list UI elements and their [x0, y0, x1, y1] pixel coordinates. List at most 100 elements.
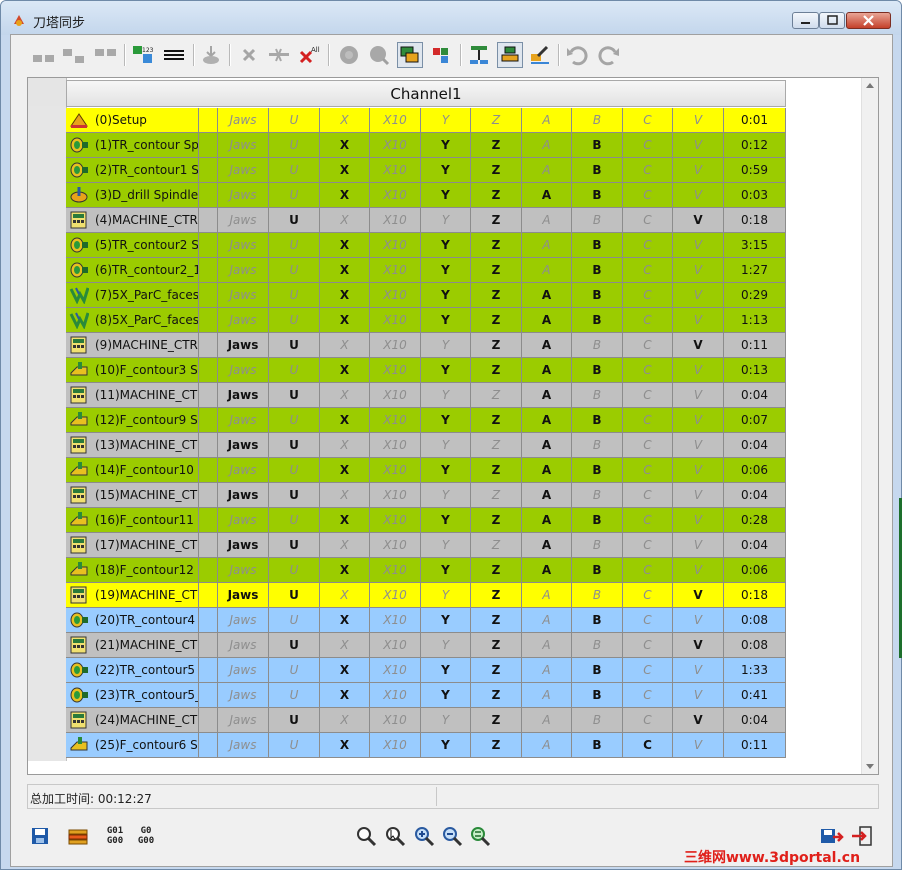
axis-cell[interactable]: U [269, 383, 320, 408]
axis-cell[interactable]: Y [421, 233, 471, 258]
align-top-icon[interactable] [93, 42, 119, 68]
axis-cell[interactable]: X10 [370, 408, 421, 433]
axis-cell[interactable]: A [522, 383, 572, 408]
axis-cell[interactable] [199, 233, 218, 258]
axis-cell[interactable]: Y [421, 183, 471, 208]
gcode-g01-button[interactable]: G01 G00 [102, 823, 128, 849]
axis-cell[interactable]: U [269, 358, 320, 383]
axis-cell[interactable]: Z [471, 483, 522, 508]
axis-cell[interactable]: U [269, 208, 320, 233]
operation-name-cell[interactable]: (0)Setup [66, 108, 199, 133]
axis-cell[interactable]: V [673, 258, 724, 283]
axis-cell[interactable]: C [623, 433, 673, 458]
axis-cell[interactable]: B [572, 558, 623, 583]
axis-cell[interactable]: X [320, 208, 370, 233]
axis-cell[interactable]: X [320, 708, 370, 733]
axis-cell[interactable]: C [623, 483, 673, 508]
axis-cell[interactable]: Y [421, 308, 471, 333]
axis-cell[interactable]: U [269, 733, 320, 758]
axis-cell[interactable]: Z [471, 458, 522, 483]
axis-cell[interactable]: V [673, 708, 724, 733]
axis-cell[interactable]: U [269, 283, 320, 308]
axis-cell[interactable]: C [623, 558, 673, 583]
axis-cell[interactable]: V [673, 333, 724, 358]
axis-cell[interactable]: X [320, 433, 370, 458]
axis-cell[interactable]: A [522, 283, 572, 308]
axis-cell[interactable]: X10 [370, 383, 421, 408]
axis-cell[interactable]: B [572, 108, 623, 133]
operation-name-cell[interactable]: (15)MACHINE_CT [66, 483, 199, 508]
axis-cell[interactable]: X10 [370, 208, 421, 233]
axis-cell[interactable] [199, 433, 218, 458]
axis-cell[interactable]: X10 [370, 633, 421, 658]
operation-name-cell[interactable]: (21)MACHINE_CT [66, 633, 199, 658]
axis-cell[interactable] [199, 708, 218, 733]
axis-cell[interactable] [199, 383, 218, 408]
axis-cell[interactable]: X10 [370, 108, 421, 133]
axis-cell[interactable]: A [522, 483, 572, 508]
table-row[interactable]: (16)F_contour11 Jaws U X X10 Y Z A B C V 0:28 [66, 508, 786, 533]
axis-cell[interactable]: Jaws [218, 133, 269, 158]
table-row[interactable]: (4)MACHINE_CTR Jaws U X X10 Y Z A B C V 0:18 [66, 208, 786, 233]
axis-cell[interactable]: C [623, 333, 673, 358]
axis-cell[interactable]: X [320, 183, 370, 208]
axis-cell[interactable]: Z [471, 658, 522, 683]
axis-cell[interactable]: U [269, 158, 320, 183]
axis-cell[interactable]: Jaws [218, 358, 269, 383]
axis-cell[interactable]: A [522, 183, 572, 208]
axis-cell[interactable]: C [623, 508, 673, 533]
axis-cell[interactable]: B [572, 133, 623, 158]
axis-cell[interactable]: A [522, 108, 572, 133]
axis-cell[interactable]: U [269, 508, 320, 533]
axis-cell[interactable]: Jaws [218, 183, 269, 208]
stack-view-icon[interactable] [497, 42, 523, 68]
axis-cell[interactable]: C [623, 608, 673, 633]
axis-cell[interactable]: Jaws [218, 333, 269, 358]
operation-name-cell[interactable]: (14)F_contour10 [66, 458, 199, 483]
axis-cell[interactable]: U [269, 183, 320, 208]
axis-cell[interactable]: Y [421, 558, 471, 583]
axis-cell[interactable]: Z [471, 208, 522, 233]
axis-cell[interactable]: X10 [370, 233, 421, 258]
axis-cell[interactable]: Y [421, 108, 471, 133]
operation-name-cell[interactable]: (11)MACHINE_CT [66, 383, 199, 408]
axis-cell[interactable]: C [623, 308, 673, 333]
layers-icon[interactable] [65, 823, 91, 849]
axis-cell[interactable]: V [673, 558, 724, 583]
numbering-icon[interactable]: 123 [130, 42, 156, 68]
axis-cell[interactable]: B [572, 608, 623, 633]
table-row[interactable]: (25)F_contour6 S Jaws U X X10 Y Z A B C V 0:11 [66, 733, 786, 758]
zoom-out-icon[interactable] [440, 823, 464, 849]
axis-cell[interactable]: A [522, 208, 572, 233]
table-row[interactable]: (24)MACHINE_CT Jaws U X X10 Y Z A B C V 0:04 [66, 708, 786, 733]
axis-cell[interactable]: Y [421, 683, 471, 708]
undo-icon[interactable] [564, 42, 590, 68]
transfer-icon[interactable] [198, 42, 224, 68]
table-row[interactable]: (18)F_contour12 Jaws U X X10 Y Z A B C V 0:06 [66, 558, 786, 583]
axis-cell[interactable]: X10 [370, 183, 421, 208]
axis-cell[interactable]: Y [421, 258, 471, 283]
axis-cell[interactable] [199, 658, 218, 683]
axis-cell[interactable]: Z [471, 408, 522, 433]
axis-cell[interactable]: A [522, 658, 572, 683]
axis-cell[interactable] [199, 583, 218, 608]
axis-cell[interactable]: X [320, 308, 370, 333]
axis-cell[interactable]: X10 [370, 683, 421, 708]
save-icon[interactable] [28, 823, 52, 849]
axis-cell[interactable]: B [572, 183, 623, 208]
axis-cell[interactable]: B [572, 333, 623, 358]
axis-cell[interactable]: B [572, 583, 623, 608]
axis-cell[interactable]: A [522, 133, 572, 158]
axis-cell[interactable]: Z [471, 358, 522, 383]
axis-cell[interactable]: B [572, 483, 623, 508]
delete-icon[interactable] [236, 42, 262, 68]
table-row[interactable]: (20)TR_contour4 Jaws U X X10 Y Z A B C V 0:08 [66, 608, 786, 633]
axis-cell[interactable]: Jaws [218, 658, 269, 683]
axis-cell[interactable]: U [269, 558, 320, 583]
axis-cell[interactable]: Y [421, 283, 471, 308]
operation-name-cell[interactable]: (1)TR_contour Sp [66, 133, 199, 158]
axis-cell[interactable]: A [522, 308, 572, 333]
axis-cell[interactable]: A [522, 533, 572, 558]
axis-cell[interactable]: X10 [370, 483, 421, 508]
axis-cell[interactable]: Y [421, 158, 471, 183]
